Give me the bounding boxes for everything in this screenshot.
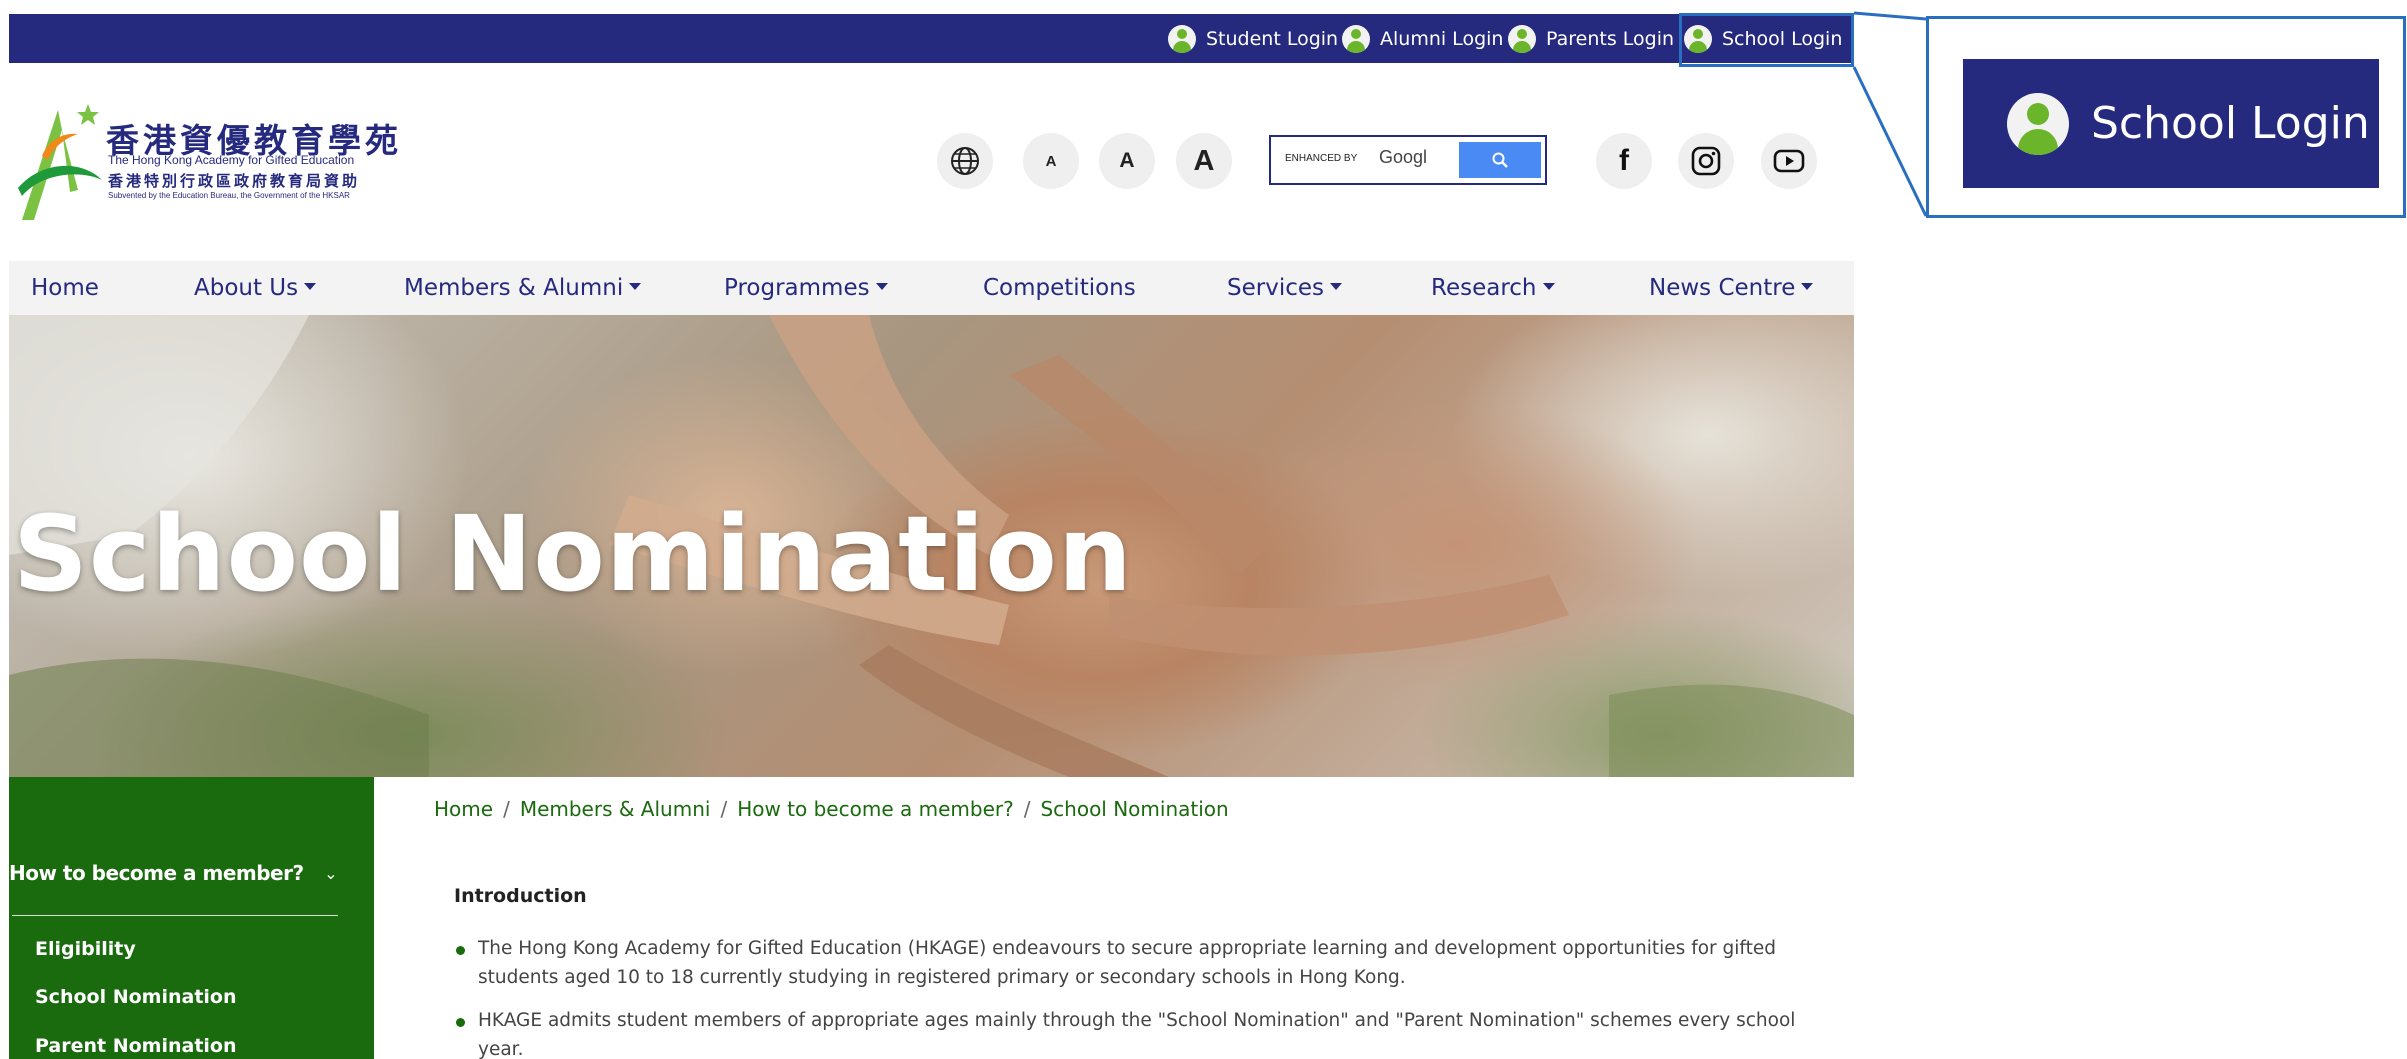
alumni-login-label: Alumni Login [1380, 27, 1504, 50]
user-avatar-icon [1508, 24, 1536, 53]
nav-news-centre[interactable]: News Centre [1649, 261, 1814, 315]
logo-subvention-text: Subvented by the Education Bureau, the G… [108, 191, 350, 200]
globe-icon [951, 147, 979, 175]
facebook-button[interactable]: f [1596, 133, 1652, 189]
chevron-down-icon: ⌄ [324, 863, 337, 883]
nav-home-label: Home [31, 275, 99, 301]
nav-members-alumni-label: Members & Alumni [404, 275, 624, 301]
school-login-highlight [1679, 13, 1854, 67]
section-heading: Introduction [454, 885, 587, 907]
chevron-down-icon [875, 283, 888, 290]
sidebar: How to become a member? ⌄ Eligibility Sc… [9, 777, 374, 1059]
nav-members-alumni[interactable]: Members & Alumni [404, 261, 642, 315]
chevron-down-icon [1801, 283, 1814, 290]
chevron-down-icon [629, 283, 642, 290]
search-button[interactable] [1459, 142, 1541, 178]
site-logo[interactable]: 香港資優教育學苑 The Hong Kong Academy for Gifte… [12, 96, 432, 228]
nav-news-centre-label: News Centre [1649, 275, 1796, 301]
search-icon [1492, 152, 1508, 168]
callout-label: School Login [2091, 98, 2370, 149]
sidebar-item-school-nomination[interactable]: School Nomination [35, 986, 237, 1008]
page-title: School Nomination [13, 493, 1133, 615]
font-size-large-button[interactable]: A [1176, 133, 1232, 189]
youtube-icon [1773, 149, 1805, 173]
sidebar-divider [12, 915, 338, 916]
sidebar-item-parent-nomination[interactable]: Parent Nomination [35, 1035, 237, 1057]
user-avatar-icon [1168, 24, 1196, 53]
youtube-button[interactable] [1761, 133, 1817, 189]
instagram-icon [1691, 146, 1721, 176]
search-input[interactable] [1285, 147, 1445, 173]
language-button[interactable] [937, 133, 993, 189]
hero-banner: School Nomination [9, 315, 1854, 777]
alumni-login-link[interactable]: Alumni Login [1342, 14, 1503, 63]
student-login-label: Student Login [1206, 27, 1339, 50]
font-size-small-button[interactable]: A [1023, 133, 1079, 189]
breadcrumb-separator: / [1023, 797, 1031, 821]
nav-home[interactable]: Home [31, 261, 99, 315]
breadcrumb-how-to-become-member[interactable]: How to become a member? [737, 797, 1014, 821]
hkage-logo-icon [18, 104, 102, 220]
logo-chinese-subvention: 香港特別行政區政府教育局資助 [108, 172, 361, 190]
chevron-down-icon [304, 283, 317, 290]
nav-about-us-label: About Us [194, 275, 299, 301]
breadcrumb-members-alumni[interactable]: Members & Alumni [520, 797, 711, 821]
sidebar-heading-label: How to become a member? [9, 861, 304, 885]
font-size-small-label: A [1045, 152, 1057, 170]
breadcrumb-home[interactable]: Home [434, 797, 493, 821]
font-size-medium-label: A [1119, 149, 1135, 172]
user-avatar-icon [2007, 92, 2069, 155]
breadcrumb-school-nomination[interactable]: School Nomination [1040, 797, 1228, 821]
nav-services-label: Services [1227, 275, 1324, 301]
chevron-down-icon [1542, 283, 1555, 290]
nav-about-us[interactable]: About Us [194, 261, 317, 315]
user-avatar-icon [1342, 24, 1370, 53]
list-item: The Hong Kong Academy for Gifted Educati… [456, 934, 1798, 992]
nav-research-label: Research [1431, 275, 1537, 301]
font-size-large-label: A [1193, 144, 1215, 177]
list-item: HKAGE admits student members of appropri… [456, 1006, 1798, 1059]
sidebar-item-eligibility[interactable]: Eligibility [35, 938, 136, 960]
nav-competitions-label: Competitions [983, 275, 1136, 301]
logo-english-name: The Hong Kong Academy for Gifted Educati… [108, 153, 355, 167]
nav-programmes-label: Programmes [724, 275, 870, 301]
breadcrumb: Home / Members & Alumni / How to become a me… [434, 797, 1229, 821]
chevron-down-icon [1330, 283, 1342, 290]
breadcrumb-separator: / [503, 797, 510, 821]
instagram-button[interactable] [1678, 133, 1734, 189]
font-size-medium-button[interactable]: A [1099, 133, 1155, 189]
top-login-bar: Student Login Alumni Login Parents Login… [9, 14, 1854, 63]
student-login-link[interactable]: Student Login [1168, 14, 1338, 63]
main-nav: Home About Us Members & Alumni Programme… [9, 261, 1854, 315]
parents-login-label: Parents Login [1546, 27, 1675, 50]
sidebar-heading[interactable]: How to become a member? ⌄ [9, 861, 345, 885]
site-search: ENHANCED BY Googl [1269, 135, 1547, 185]
parents-login-link[interactable]: Parents Login [1508, 14, 1674, 63]
nav-competitions[interactable]: Competitions [983, 261, 1136, 315]
facebook-icon: f [1619, 144, 1629, 177]
nav-research[interactable]: Research [1431, 261, 1555, 315]
zoom-callout-school-login: School Login [1963, 59, 2379, 188]
page: Student Login Alumni Login Parents Login… [0, 0, 2407, 1059]
nav-services[interactable]: Services [1227, 261, 1342, 315]
nav-programmes[interactable]: Programmes [724, 261, 888, 315]
breadcrumb-separator: / [720, 797, 728, 821]
